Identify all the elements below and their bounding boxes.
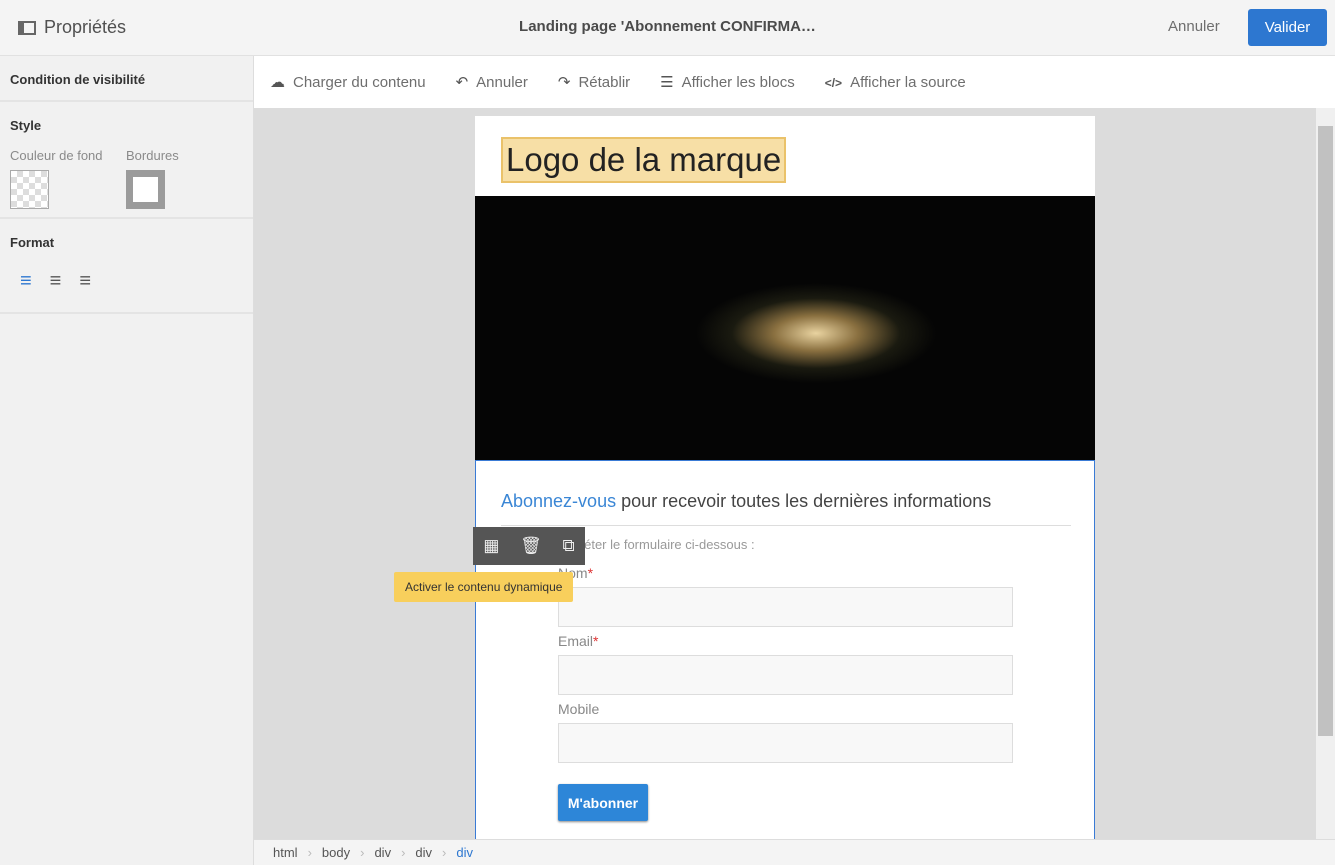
dynamic-content-icon[interactable]: ▦ [483, 536, 499, 556]
blocks-icon: ☰ [660, 74, 674, 91]
email-label: Email [558, 633, 594, 649]
borders-label: Bordures [126, 148, 179, 163]
cloud-upload-icon: ☁ [270, 74, 285, 91]
required-mark: * [587, 565, 594, 581]
align-center-icon[interactable]: ≡ [50, 270, 62, 293]
landing-page: Logo de la marque Abonnez-vous pour rece… [475, 116, 1095, 850]
undo-icon: ↶ [455, 74, 469, 91]
page-title: Landing page 'Abonnement CONFIRMA… [519, 18, 816, 35]
bg-color-swatch[interactable] [10, 170, 49, 209]
properties-sidebar: Condition de visibilité Style Couleur de… [0, 56, 254, 865]
selected-block[interactable]: Abonnez-vous pour recevoir toutes les de… [475, 460, 1095, 850]
redo-button[interactable]: ↷ Rétablir [558, 73, 630, 91]
bg-color-label: Couleur de fond [10, 148, 103, 163]
heading-text: pour recevoir toutes les dernières infor… [616, 491, 992, 511]
load-content-button[interactable]: ☁ Charger du contenu [270, 73, 426, 91]
cancel-button[interactable]: Annuler [1168, 18, 1220, 35]
duplicate-icon[interactable]: ⧉ [562, 536, 574, 556]
top-bar: Propriétés Landing page 'Abonnement CONF… [0, 0, 1335, 56]
align-left-icon[interactable]: ≡ [20, 270, 32, 293]
breadcrumb-item-active[interactable]: div [456, 845, 473, 860]
tooltip: Activer le contenu dynamique [394, 572, 574, 602]
align-right-icon[interactable]: ≡ [79, 270, 91, 293]
redo-icon: ↷ [557, 74, 571, 91]
breadcrumb-item[interactable]: html [273, 845, 298, 860]
validate-button[interactable]: Valider [1248, 9, 1327, 46]
visibility-condition[interactable]: Condition de visibilité [10, 72, 243, 87]
scrollbar-thumb[interactable] [1318, 126, 1333, 736]
editor-canvas: Logo de la marque Abonnez-vous pour rece… [254, 108, 1316, 850]
email-input[interactable] [558, 655, 1013, 695]
vertical-scrollbar[interactable] [1316, 108, 1335, 839]
breadcrumb-item[interactable]: div [415, 845, 432, 860]
trash-icon[interactable]: 🗑 [520, 536, 542, 556]
fountain-image[interactable] [475, 196, 1095, 460]
required-mark: * [593, 633, 599, 649]
mobile-input[interactable] [558, 723, 1013, 763]
brand-logo-text[interactable]: Logo de la marque [501, 137, 787, 183]
block-controls: ▦ 🗑 ⧉ [473, 527, 585, 565]
breadcrumb-item[interactable]: div [374, 845, 391, 860]
mobile-label: Mobile [558, 701, 600, 717]
show-blocks-button[interactable]: ☰ Afficher les blocs [660, 73, 795, 91]
format-heading: Format [10, 235, 55, 250]
editor-toolbar: ☁ Charger du contenu ↶ Annuler ↷ Rétablir ☰… [254, 56, 1335, 108]
breadcrumb-item[interactable]: body [322, 845, 350, 860]
code-icon: </> [824, 75, 843, 90]
name-input[interactable] [558, 587, 1013, 627]
subscribe-button[interactable]: M'abonner [558, 784, 648, 821]
breadcrumb: html › body › div › div › div [254, 839, 1335, 865]
undo-button[interactable]: ↶ Annuler [456, 73, 528, 91]
style-heading: Style [10, 118, 42, 133]
show-source-button[interactable]: </> Afficher la source [825, 74, 966, 91]
borders-swatch[interactable] [126, 170, 165, 209]
subscribe-link[interactable]: Abonnez-vous [501, 491, 616, 511]
